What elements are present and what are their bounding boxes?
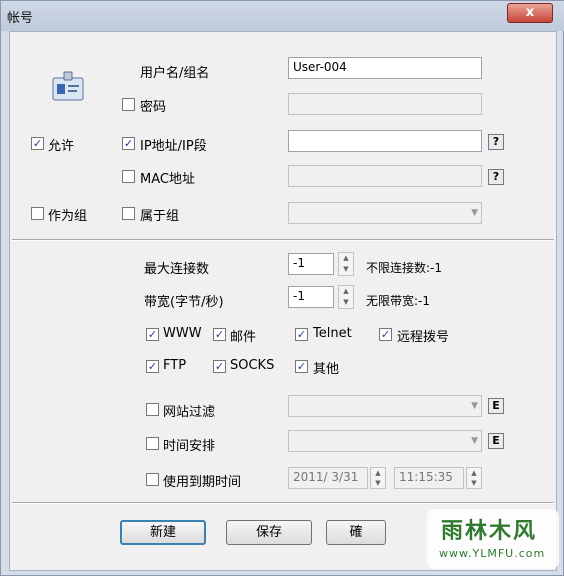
dialog-content: 用户名/组名 User-004 密码 允许 IP地址/IP段 ? MAC地址 ?…	[9, 31, 557, 571]
service-ftp-label: FTP	[163, 358, 187, 373]
watermark-sub-text: www.YLMFU.com	[439, 547, 546, 560]
bandwidth-spinner[interactable]: ▲ ▼	[338, 285, 354, 309]
service-telnet-label: Telnet	[313, 326, 352, 341]
expiry-label: 使用到期时间	[163, 475, 242, 490]
site-filter-checkbox[interactable]	[146, 403, 159, 416]
spin-down-icon[interactable]: ▼	[339, 264, 353, 275]
close-button[interactable]: x	[507, 3, 553, 23]
service-mail-checkbox[interactable]	[213, 328, 226, 341]
mac-checkbox[interactable]	[122, 170, 135, 183]
mac-label: MAC地址	[140, 172, 195, 187]
spin-down-icon: ▼	[471, 479, 477, 487]
expiry-date-spinner: ▲ ▼	[370, 467, 386, 489]
account-dialog: 帐号 x 用户名/组名 User-004 密码 允许 IP地址/IP段 ? MA…	[0, 0, 564, 576]
allow-checkbox[interactable]	[31, 137, 44, 150]
service-mail-label: 邮件	[230, 330, 257, 345]
site-filter-label: 网站过滤	[163, 405, 216, 420]
username-label: 用户名/组名	[140, 66, 210, 81]
spin-down-icon: ▼	[375, 479, 381, 487]
chevron-down-icon: ▼	[471, 208, 478, 218]
max-connections-label: 最大连接数	[144, 262, 210, 277]
username-input[interactable]: User-004	[288, 57, 482, 79]
service-www-label: WWW	[163, 326, 202, 341]
expiry-time-input: 11:15:35	[394, 467, 464, 489]
service-ftp-checkbox[interactable]	[146, 360, 159, 373]
member-of-checkbox[interactable]	[122, 207, 135, 220]
allow-label: 允许	[48, 139, 75, 154]
spin-up-icon[interactable]: ▲	[339, 286, 353, 297]
bandwidth-hint: 无限带宽:-1	[366, 294, 431, 308]
member-of-select: ▼	[288, 202, 482, 224]
password-input	[288, 93, 482, 115]
ip-label: IP地址/IP段	[140, 139, 207, 154]
mac-help-button[interactable]: ?	[488, 169, 504, 185]
spin-down-icon[interactable]: ▼	[339, 297, 353, 308]
mac-input	[288, 165, 482, 187]
user-card-icon	[52, 71, 84, 101]
chevron-down-icon: ▼	[471, 401, 478, 411]
as-group-checkbox[interactable]	[31, 207, 44, 220]
password-label: 密码	[140, 100, 167, 115]
spin-up-icon: ▲	[375, 469, 381, 477]
schedule-checkbox[interactable]	[146, 437, 159, 450]
bandwidth-label: 带宽(字节/秒)	[144, 295, 224, 310]
service-dialup-label: 远程拨号	[397, 330, 450, 345]
title-bar[interactable]: 帐号 x	[1, 1, 564, 31]
ip-help-button[interactable]: ?	[488, 134, 504, 150]
expiry-date-input: 2011/ 3/31	[288, 467, 368, 489]
service-other-checkbox[interactable]	[295, 360, 308, 373]
third-button[interactable]: 確	[326, 520, 386, 545]
service-socks-label: SOCKS	[230, 358, 275, 373]
ip-input[interactable]	[288, 130, 482, 152]
as-group-label: 作为组	[48, 209, 88, 224]
site-filter-edit-button[interactable]: E	[488, 398, 504, 414]
expiry-checkbox[interactable]	[146, 473, 159, 486]
watermark-main-text: 雨林木风	[441, 519, 538, 544]
save-button[interactable]: 保存	[226, 520, 312, 545]
spin-up-icon[interactable]: ▲	[339, 253, 353, 264]
bandwidth-input[interactable]: -1	[288, 286, 334, 308]
site-watermark-logo: 雨林木风 www.YLMFU.com	[427, 509, 559, 569]
service-telnet-checkbox[interactable]	[295, 328, 308, 341]
expiry-time-spinner: ▲ ▼	[466, 467, 482, 489]
schedule-label: 时间安排	[163, 439, 216, 454]
service-other-label: 其他	[313, 362, 340, 377]
divider	[12, 502, 554, 504]
member-of-label: 属于组	[140, 209, 180, 224]
max-connections-input[interactable]: -1	[288, 253, 334, 275]
service-www-checkbox[interactable]	[146, 328, 159, 341]
chevron-down-icon: ▼	[471, 436, 478, 446]
service-dialup-checkbox[interactable]	[379, 328, 392, 341]
schedule-edit-button[interactable]: E	[488, 433, 504, 449]
max-connections-hint: 不限连接数:-1	[366, 261, 443, 275]
window-title: 帐号	[7, 11, 34, 26]
ip-checkbox[interactable]	[122, 137, 135, 150]
divider	[12, 239, 554, 241]
spin-up-icon: ▲	[471, 469, 477, 477]
site-filter-select: ▼	[288, 395, 482, 417]
schedule-select: ▼	[288, 430, 482, 452]
password-checkbox[interactable]	[122, 98, 135, 111]
service-socks-checkbox[interactable]	[213, 360, 226, 373]
max-connections-spinner[interactable]: ▲ ▼	[338, 252, 354, 276]
new-button[interactable]: 新建	[120, 520, 206, 545]
